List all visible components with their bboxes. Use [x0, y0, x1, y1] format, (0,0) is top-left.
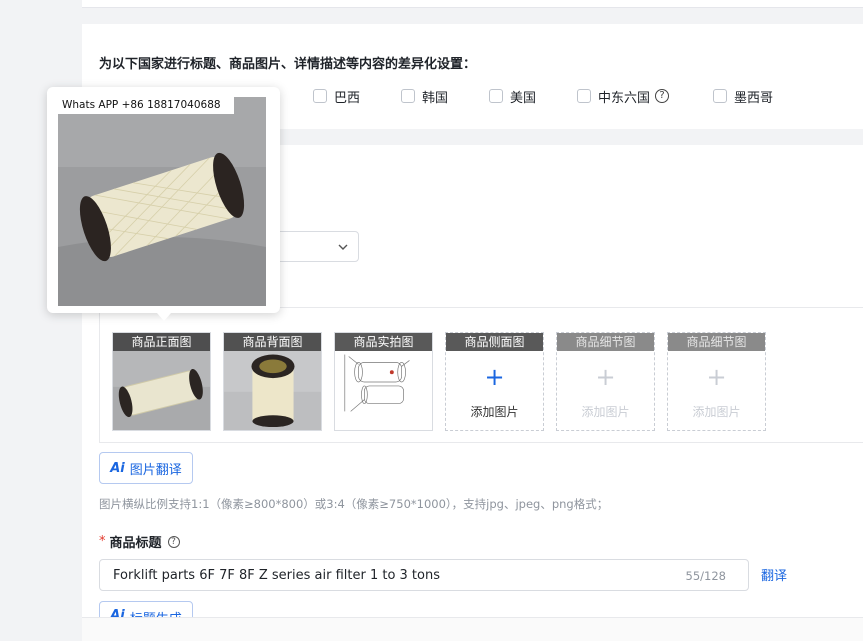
air-filter-preview-image: Whats APP +86 18817040688 — [58, 97, 266, 306]
translate-link[interactable]: 翻译 — [761, 565, 787, 584]
bottom-bar — [82, 617, 863, 641]
product-title-input[interactable]: Forklift parts 6F 7F 8F Z series air fil… — [99, 559, 749, 591]
popover-arrow — [157, 313, 171, 321]
previous-section-card — [82, 0, 863, 8]
country-label: 美国 — [510, 90, 537, 106]
country-checkbox-mexico[interactable]: 墨西哥 — [713, 87, 774, 106]
country-label: 巴西 — [334, 90, 361, 106]
image-slot-detail-2: 商品细节图 + 添加图片 — [667, 332, 766, 431]
image-slot-front[interactable]: 商品正面图 — [112, 332, 211, 431]
air-filter-photo — [58, 97, 266, 306]
image-preview-popover: Whats APP +86 18817040688 — [47, 87, 280, 313]
country-checkbox-usa[interactable]: 美国 — [489, 87, 537, 106]
product-title-value[interactable]: Forklift parts 6F 7F 8F Z series air fil… — [113, 568, 440, 583]
character-count: 55/128 — [685, 569, 726, 583]
checkbox-box[interactable] — [401, 89, 415, 103]
plus-icon: + — [706, 363, 727, 391]
add-image-label: 添加图片 — [581, 405, 630, 419]
country-checkbox-brazil[interactable]: 巴西 — [313, 87, 361, 106]
checkbox-box[interactable] — [489, 89, 503, 103]
add-image-label[interactable]: 添加图片 — [446, 403, 543, 420]
country-label: 韩国 — [422, 90, 449, 106]
checkbox-box[interactable] — [313, 89, 327, 103]
question-circle-icon[interactable]: ? — [655, 89, 670, 103]
product-title-label: * 商品标题 ? — [99, 532, 180, 551]
slot-label: 商品实拍图 — [335, 333, 432, 351]
image-slot-detail-1: 商品细节图 + 添加图片 — [556, 332, 655, 431]
plus-icon[interactable]: + — [446, 365, 543, 389]
slot-label: 商品背面图 — [224, 333, 321, 351]
slot-label: 商品侧面图 — [446, 333, 543, 351]
image-slot-back[interactable]: 商品背面图 — [223, 332, 322, 431]
country-checkbox-middle-east[interactable]: 中东六国 ? — [577, 87, 670, 106]
chevron-down-icon — [338, 244, 348, 250]
checkbox-box[interactable] — [713, 89, 727, 103]
image-translate-button[interactable]: Ai 图片翻译 — [99, 452, 193, 484]
slot-label: 商品细节图 — [668, 333, 765, 351]
slot-label: 商品正面图 — [113, 333, 210, 351]
country-settings-title: 为以下国家进行标题、商品图片、详情描述等内容的差异化设置： — [99, 57, 477, 72]
plus-icon: + — [595, 363, 616, 391]
question-circle-icon[interactable]: ? — [167, 535, 180, 548]
product-title-text: 商品标题 — [109, 536, 162, 551]
image-slot-side[interactable]: 商品侧面图 + 添加图片 — [445, 332, 544, 431]
image-slot-real-shot[interactable]: 商品实拍图 — [334, 332, 433, 431]
image-translate-label: 图片翻译 — [129, 462, 182, 478]
checkbox-box[interactable] — [577, 89, 591, 103]
country-label: 墨西哥 — [734, 90, 774, 106]
country-label: 中东六国 — [598, 90, 651, 106]
add-image-label: 添加图片 — [692, 405, 741, 419]
image-format-hint: 图片横纵比例支持1:1（像素≥800*800）或3:4（像素≥750*1000）… — [99, 497, 609, 511]
country-checkbox-korea[interactable]: 韩国 — [401, 87, 449, 106]
slot-label: 商品细节图 — [557, 333, 654, 351]
required-mark: * — [99, 534, 106, 549]
watermark-text: Whats APP +86 18817040688 — [58, 97, 234, 114]
ai-icon: Ai — [110, 460, 125, 476]
